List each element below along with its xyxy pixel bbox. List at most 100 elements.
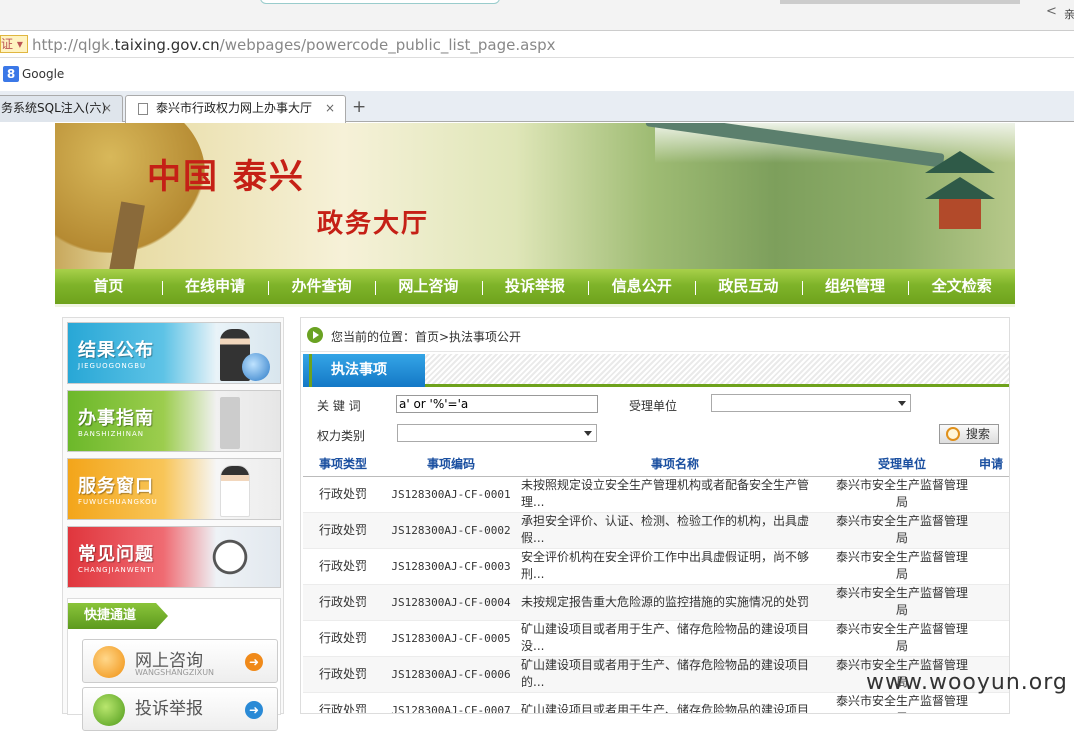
col-apply: 申请: [973, 452, 1009, 477]
table-row[interactable]: 行政处罚 JS128300AJ-CF-0005 矿山建设项目或者用于生产、储存危…: [303, 620, 1009, 657]
chevron-down-icon: [898, 401, 906, 406]
new-tab-icon[interactable]: +: [352, 97, 366, 117]
browser-toolbar-pill: [260, 0, 500, 4]
search-button[interactable]: 搜索: [939, 424, 999, 444]
browser-toolbar-bar: [780, 0, 1020, 4]
tab-title: 务系统SQL注入(六): [1, 101, 107, 115]
sidebar-results-tile[interactable]: 结果公布 JIEGUOGONGBU: [67, 322, 281, 384]
table-row[interactable]: 行政处罚 JS128300AJ-CF-0007 矿山建设项目或者用于生产、储存危…: [303, 692, 1009, 713]
cell-unit: 泰兴市安全生产监督管理局: [831, 584, 973, 621]
nav-home[interactable]: 首页: [55, 269, 162, 304]
col-name: 事项名称: [519, 452, 831, 477]
site-banner: 中国 泰兴 政务大厅: [55, 123, 1015, 269]
cell-apply: [973, 512, 1009, 549]
table-row[interactable]: 行政处罚 JS128300AJ-CF-0003 安全评价机构在安全评价工作中出具…: [303, 548, 1009, 585]
certificate-badge[interactable]: 证 ▾: [0, 35, 28, 53]
bookmark-google[interactable]: Google: [22, 67, 64, 81]
cell-apply: [973, 476, 1009, 513]
unit-label: 受理单位: [629, 399, 678, 413]
nav-interaction[interactable]: 政民互动: [695, 269, 802, 304]
cell-type: 行政处罚: [303, 476, 383, 513]
cell-type: 行政处罚: [303, 512, 383, 549]
breadcrumb-text: 您当前的位置：首页>执法事项公开: [331, 330, 522, 344]
cell-name-link[interactable]: 未按规定报告重大危险源的监控措施的实施情况的处罚: [519, 584, 831, 621]
close-icon[interactable]: ×: [325, 96, 335, 121]
cell-unit: 泰兴市安全生产监督管理局: [831, 548, 973, 585]
tab-enforcement-items[interactable]: 执法事项: [303, 354, 425, 387]
cell-type: 行政处罚: [303, 620, 383, 657]
tile-sub: FUWUCHUANGKOU: [78, 498, 158, 506]
col-code: 事项编码: [383, 452, 519, 477]
keyword-label: 关 键 词: [317, 399, 361, 413]
document-icon: [138, 103, 148, 115]
category-select[interactable]: [397, 424, 597, 442]
nav-complaint[interactable]: 投诉举报: [481, 269, 589, 304]
quick-online-consult-button[interactable]: 网上咨询 WANGSHANGZIXUN ➜: [82, 639, 278, 683]
nav-case-query[interactable]: 办件查询: [268, 269, 375, 304]
cell-apply: [973, 620, 1009, 657]
browser-right-label: 亲: [1064, 8, 1074, 21]
sidebar-guide-tile[interactable]: 办事指南 BANSHIZHINAN: [67, 390, 281, 452]
search-button-label: 搜索: [966, 427, 991, 441]
tab-title: 泰兴市行政权力网上办事大厅: [156, 101, 313, 115]
sidebar-service-window-tile[interactable]: 服务窗口 FUWUCHUANGKOU: [67, 458, 281, 520]
main-nav: 首页 在线申请 办件查询 网上咨询 投诉举报 信息公开 政民互动 组织管理 全文…: [55, 269, 1015, 307]
tile-label: 结果公布: [78, 340, 154, 361]
cell-type: 行政处罚: [303, 656, 383, 693]
cell-name-link[interactable]: 矿山建设项目或者用于生产、储存危险物品的建设项目: [519, 692, 831, 713]
chevron-down-icon: [584, 431, 592, 436]
cell-name-link[interactable]: 安全评价机构在安全评价工作中出具虚假证明，尚不够刑...: [519, 548, 831, 585]
cell-code: JS128300AJ-CF-0005: [383, 620, 519, 657]
cell-code: JS128300AJ-CF-0007: [383, 692, 519, 713]
close-icon[interactable]: ×: [102, 96, 112, 121]
service-staff-icon: [220, 465, 250, 517]
cell-name-link[interactable]: 矿山建设项目或者用于生产、储存危险物品的建设项目的...: [519, 656, 831, 693]
main-content: 您当前的位置：首页>执法事项公开 执法事项 关 键 词 受理单位 权力类别 搜索…: [300, 317, 1010, 714]
table-row[interactable]: 行政处罚 JS128300AJ-CF-0001 未按照规定设立安全生产管理机构或…: [303, 476, 1009, 513]
keyword-input[interactable]: [396, 395, 598, 413]
quick-complaint-button[interactable]: 投诉举报 ➜: [82, 687, 278, 731]
tile-sub: CHANGJIANWENTI: [78, 566, 155, 574]
google-bookmark-icon[interactable]: 8: [3, 66, 19, 82]
tile-label: 服务窗口: [78, 476, 154, 497]
cell-unit: 泰兴市安全生产监督管理局: [831, 512, 973, 549]
unit-select[interactable]: [711, 394, 911, 412]
cell-code: JS128300AJ-CF-0002: [383, 512, 519, 549]
sidebar-faq-tile[interactable]: 常见问题 CHANGJIANWENTI: [67, 526, 281, 588]
cell-code: JS128300AJ-CF-0001: [383, 476, 519, 513]
magnifier-icon: [210, 537, 250, 577]
back-arrow-icon[interactable]: <: [1046, 4, 1057, 19]
tile-sub: BANSHIZHINAN: [78, 430, 144, 438]
cell-apply: [973, 548, 1009, 585]
nav-info-public[interactable]: 信息公开: [588, 269, 695, 304]
watermark: www.wooyun.org: [866, 670, 1068, 695]
table-header-row: 事项类型 事项编码 事项名称 受理单位 申请: [303, 452, 1009, 477]
table-row[interactable]: 行政处罚 JS128300AJ-CF-0002 承担安全评价、认证、检测、检验工…: [303, 512, 1009, 549]
browser-tab-strip: 务系统SQL注入(六) × 泰兴市行政权力网上办事大厅 × +: [0, 91, 1074, 123]
banner-title-city: 中国 泰兴: [147, 157, 305, 197]
browser-tab-1[interactable]: 务系统SQL注入(六) ×: [0, 95, 123, 122]
quick-access-title: 快捷通道: [68, 603, 168, 629]
nav-fulltext-search[interactable]: 全文检索: [908, 269, 1015, 304]
banner-title-hall: 政务大厅: [317, 209, 430, 239]
cell-name-link[interactable]: 承担安全评价、认证、检测、检验工作的机构，出具虚假...: [519, 512, 831, 549]
left-sidebar: 结果公布 JIEGUOGONGBU 办事指南 BANSHIZHINAN 服务窗口…: [62, 317, 284, 731]
address-bar[interactable]: 证 ▾ http://qlgk.taixing.gov.cn/webpages/…: [0, 30, 1074, 58]
url-text[interactable]: http://qlgk.taixing.gov.cn/webpages/powe…: [32, 36, 556, 54]
cell-name-link[interactable]: 矿山建设项目或者用于生产、储存危险物品的建设项目没...: [519, 620, 831, 657]
browser-tab-2-active[interactable]: 泰兴市行政权力网上办事大厅 ×: [125, 95, 346, 123]
col-unit: 受理单位: [831, 452, 973, 477]
bookmarks-bar: 8 Google: [0, 59, 1074, 91]
person-icon: [93, 694, 125, 726]
cell-name-link[interactable]: 未按照规定设立安全生产管理机构或者配备安全生产管理...: [519, 476, 831, 513]
quick-sub: WANGSHANGZIXUN: [135, 668, 215, 677]
nav-online-apply[interactable]: 在线申请: [161, 269, 269, 304]
pavilion-roof: [925, 177, 995, 199]
nav-online-consult[interactable]: 网上咨询: [375, 269, 482, 304]
table-row[interactable]: 行政处罚 JS128300AJ-CF-0004 未按规定报告重大危险源的监控措施…: [303, 584, 1009, 621]
category-label: 权力类别: [317, 429, 366, 443]
cell-code: JS128300AJ-CF-0006: [383, 656, 519, 693]
search-icon: [946, 427, 960, 441]
nav-org-manage[interactable]: 组织管理: [801, 269, 909, 304]
globe-icon: [242, 353, 270, 381]
